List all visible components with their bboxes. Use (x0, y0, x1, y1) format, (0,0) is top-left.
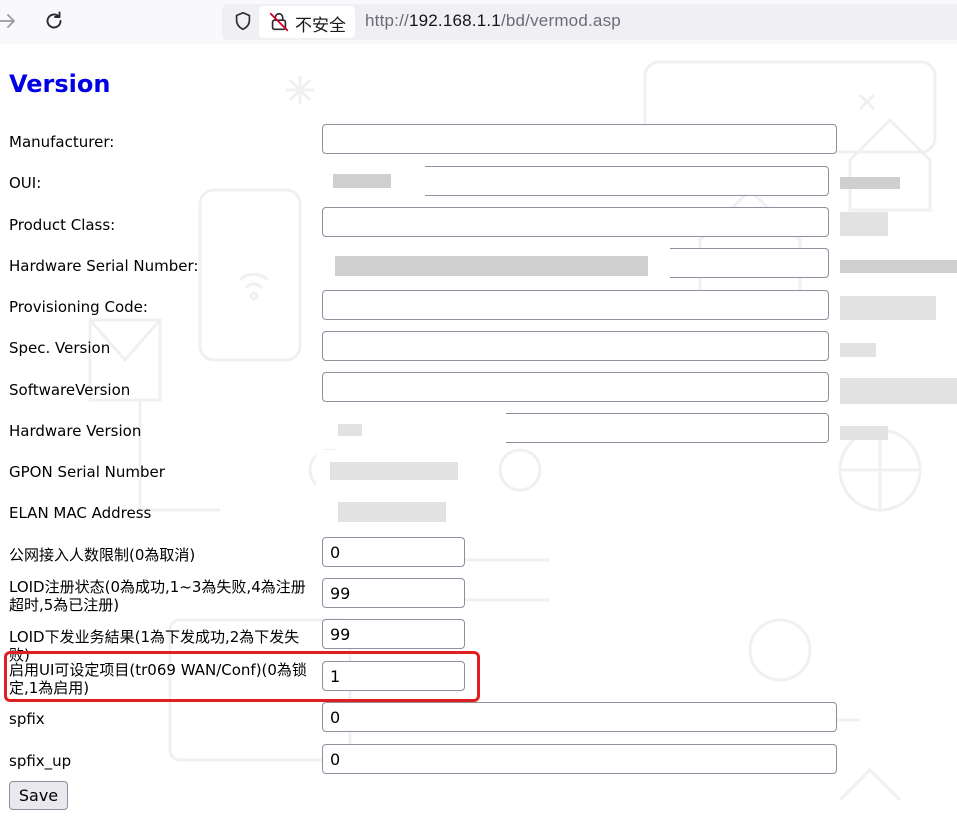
spfix-label: spfix (9, 710, 45, 728)
security-label: 不安全 (295, 16, 346, 36)
loid-register-status-label: LOID注册状态(0為成功,1~3為失败,4為注册超时,5為已注册) (9, 578, 306, 614)
page-title: Version (9, 70, 111, 98)
oui-label: OUI: (9, 174, 42, 192)
shield-icon[interactable] (232, 10, 254, 32)
redacted-area (840, 296, 936, 320)
spfix-field[interactable] (322, 702, 837, 732)
reload-icon[interactable] (42, 9, 66, 33)
save-button[interactable]: Save (9, 781, 68, 810)
redacted-area (840, 212, 888, 236)
manufacturer-field[interactable] (322, 124, 837, 154)
public-access-limit-field[interactable] (322, 537, 465, 567)
spfix-up-field[interactable] (322, 744, 837, 774)
product-class-label: Product Class: (9, 216, 116, 234)
elan-mac-address-label: ELAN MAC Address (9, 504, 152, 522)
redacted-area (333, 174, 391, 188)
software-version-field[interactable] (322, 372, 829, 402)
browser-toolbar: 不安全 http://192.168.1.1/bd/vermod.asp (0, 0, 957, 44)
manufacturer-label: Manufacturer: (9, 133, 115, 151)
url-text[interactable]: http://192.168.1.1/bd/vermod.asp (365, 11, 621, 31)
redacted-area (840, 260, 957, 273)
hardware-serial-number-label: Hardware Serial Number: (9, 257, 199, 275)
spec-version-label: Spec. Version (9, 339, 111, 357)
loid-register-status-field[interactable] (322, 578, 465, 608)
enable-ui-settings-label: 启用UI可设定项目(tr069 WAN/Conf)(0為锁定,1為启用) (9, 661, 307, 697)
gpon-serial-number-label: GPON Serial Number (9, 463, 165, 481)
forward-arrow-icon[interactable] (0, 9, 20, 33)
provisioning-code-label: Provisioning Code: (9, 298, 148, 316)
public-access-limit-label: 公网接入人数限制(0為取消) (9, 546, 196, 564)
redacted-area (840, 378, 957, 404)
software-version-label: SoftwareVersion (9, 381, 131, 399)
spfix-up-label: spfix_up (9, 752, 72, 770)
redacted-area (338, 424, 362, 436)
insecure-lock-icon (269, 12, 289, 32)
gpon-serial-number-value (330, 462, 458, 480)
redacted-area (840, 343, 876, 357)
elan-mac-address-value (338, 502, 446, 522)
redacted-area (840, 177, 900, 189)
redacted-area (335, 256, 648, 276)
loid-service-result-field[interactable] (322, 619, 465, 649)
hardware-version-label: Hardware Version (9, 422, 142, 440)
enable-ui-settings-field[interactable] (322, 661, 465, 691)
product-class-field[interactable] (322, 207, 829, 237)
redacted-area (840, 426, 888, 440)
spec-version-field[interactable] (322, 331, 829, 361)
provisioning-code-field[interactable] (322, 290, 829, 320)
